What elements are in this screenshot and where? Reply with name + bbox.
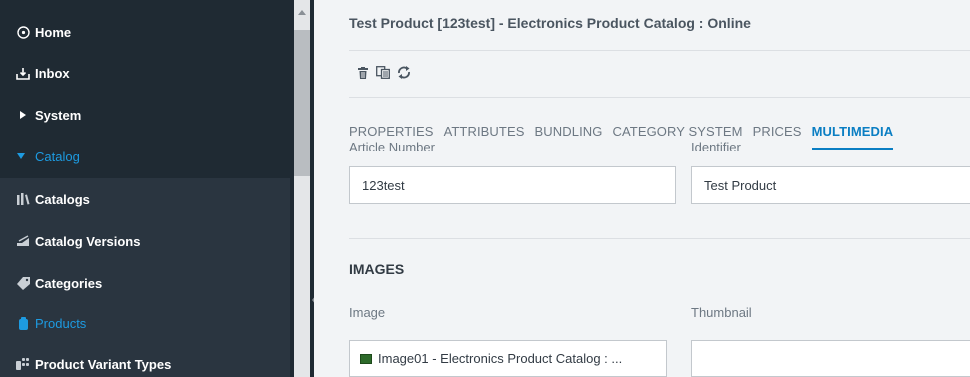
catalogs-icon — [16, 192, 30, 206]
image-reference-field[interactable]: Image01 - Electronics Product Catalog : … — [349, 340, 667, 377]
inbox-icon — [16, 66, 30, 80]
sidebar-item-home[interactable]: Home — [0, 13, 290, 51]
home-icon — [16, 25, 30, 39]
sidebar-item-label: Catalog Versions — [35, 233, 141, 249]
clone-button[interactable] — [375, 66, 391, 84]
caret-right-icon — [18, 108, 28, 122]
page-title: Test Product [123test] - Electronics Pro… — [349, 15, 751, 31]
clone-icon — [376, 66, 390, 84]
image-reference-value: Image01 - Electronics Product Catalog : … — [378, 351, 623, 366]
editor-panel: Test Product [123test] - Electronics Pro… — [314, 0, 970, 377]
sidebar-item-label: Product Variant Types — [35, 356, 172, 372]
refresh-icon — [397, 66, 411, 84]
sidebar-item-product-variant-types[interactable]: Product Variant Types — [0, 345, 290, 377]
tag-icon — [16, 276, 30, 290]
sidebar-item-label: Categories — [35, 275, 103, 291]
sidebar-item-catalogs[interactable]: Catalogs — [0, 180, 290, 218]
sidebar-item-label: Home — [35, 24, 72, 40]
sidebar-item-system[interactable]: System — [0, 96, 290, 134]
sidebar-item-catalog-versions[interactable]: Catalog Versions — [0, 222, 290, 260]
image-thumbnail-icon — [360, 353, 372, 364]
sidebar-item-label: Inbox — [35, 65, 70, 81]
article-number-label: Article Number — [349, 140, 435, 151]
refresh-button[interactable] — [396, 66, 412, 84]
catalog-versions-icon — [16, 234, 30, 248]
section-divider — [349, 238, 970, 239]
delete-icon — [358, 66, 368, 84]
product-icon — [16, 316, 30, 330]
toolbar-divider — [349, 97, 970, 98]
scrollbar-thumb[interactable] — [294, 30, 310, 176]
sidebar-item-label: Catalog — [35, 148, 80, 164]
sidebar-item-label: Catalogs — [35, 191, 90, 207]
sidebar-item-label: Products — [35, 315, 87, 331]
title-divider — [349, 50, 970, 51]
sidebar-item-categories[interactable]: Categories — [0, 264, 290, 302]
thumbnail-label: Thumbnail — [691, 305, 752, 320]
images-section-title: IMAGES — [349, 261, 405, 277]
delete-button[interactable] — [355, 67, 371, 83]
sidebar-item-products[interactable]: Products — [0, 304, 290, 342]
sidebar-item-inbox[interactable]: Inbox — [0, 54, 290, 92]
sidebar-item-label: System — [35, 107, 82, 123]
variant-types-icon — [16, 357, 30, 371]
sidebar-scrollbar[interactable] — [290, 0, 314, 377]
article-number-field[interactable]: 123test — [349, 166, 676, 204]
scroll-up-arrow-icon[interactable] — [298, 10, 306, 15]
sidebar: Home Inbox System Catalog Catalogs Catal… — [0, 0, 290, 377]
identifier-label: Identifier — [691, 140, 741, 151]
caret-down-icon — [16, 149, 26, 163]
image-label: Image — [349, 305, 386, 320]
sidebar-item-catalog[interactable]: Catalog — [0, 137, 290, 175]
identifier-field[interactable]: Test Product — [691, 166, 970, 204]
thumbnail-field[interactable] — [691, 340, 970, 377]
